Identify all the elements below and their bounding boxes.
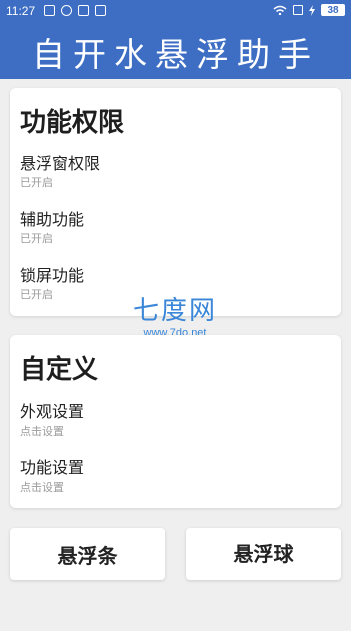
float-bar-button[interactable]: 悬浮条 bbox=[10, 528, 165, 580]
permission-item-status: 已开启 bbox=[20, 288, 53, 301]
float-ball-button[interactable]: 悬浮球 bbox=[186, 528, 341, 580]
permission-item-label: 悬浮窗权限 bbox=[20, 154, 101, 173]
permissions-title: 功能权限 bbox=[20, 108, 125, 138]
wifi-icon bbox=[273, 5, 287, 15]
screen-rotation-icon bbox=[293, 5, 303, 15]
charging-icon bbox=[309, 4, 315, 16]
permission-item-status: 已开启 bbox=[20, 176, 53, 189]
custom-item-hint: 点击设置 bbox=[20, 481, 64, 494]
watermark-name: 七度网 bbox=[132, 296, 217, 326]
status-bar: 11:27 38 bbox=[0, 0, 351, 22]
watermark: 七度网 www.7do.net bbox=[120, 290, 230, 339]
permission-item-status: 已开启 bbox=[20, 232, 53, 245]
custom-card: 自定义 外观设置 点击设置 功能设置 点击设置 bbox=[10, 335, 341, 508]
mail-notification-icon bbox=[78, 5, 89, 16]
gallery-notification-icon bbox=[44, 5, 55, 16]
permissions-card: 功能权限 悬浮窗权限 已开启 辅助功能 已开启 锁屏功能 已开启 bbox=[10, 88, 341, 316]
status-time: 11:27 bbox=[6, 4, 36, 18]
app-header: 11:27 38 自开水悬浮助手 bbox=[0, 0, 351, 79]
permission-item-label: 锁屏功能 bbox=[20, 266, 85, 285]
permission-item-label: 辅助功能 bbox=[20, 210, 85, 229]
custom-item-label: 功能设置 bbox=[20, 458, 85, 477]
status-right: 38 bbox=[273, 4, 345, 16]
sync-notification-icon bbox=[61, 5, 72, 16]
notification-icons bbox=[44, 5, 106, 16]
app-title: 自开水悬浮助手 bbox=[32, 35, 319, 74]
download-notification-icon bbox=[95, 5, 106, 16]
custom-title: 自定义 bbox=[20, 355, 99, 385]
custom-item-hint: 点击设置 bbox=[20, 425, 64, 438]
custom-item-label: 外观设置 bbox=[20, 402, 85, 421]
battery-icon: 38 bbox=[321, 4, 345, 16]
